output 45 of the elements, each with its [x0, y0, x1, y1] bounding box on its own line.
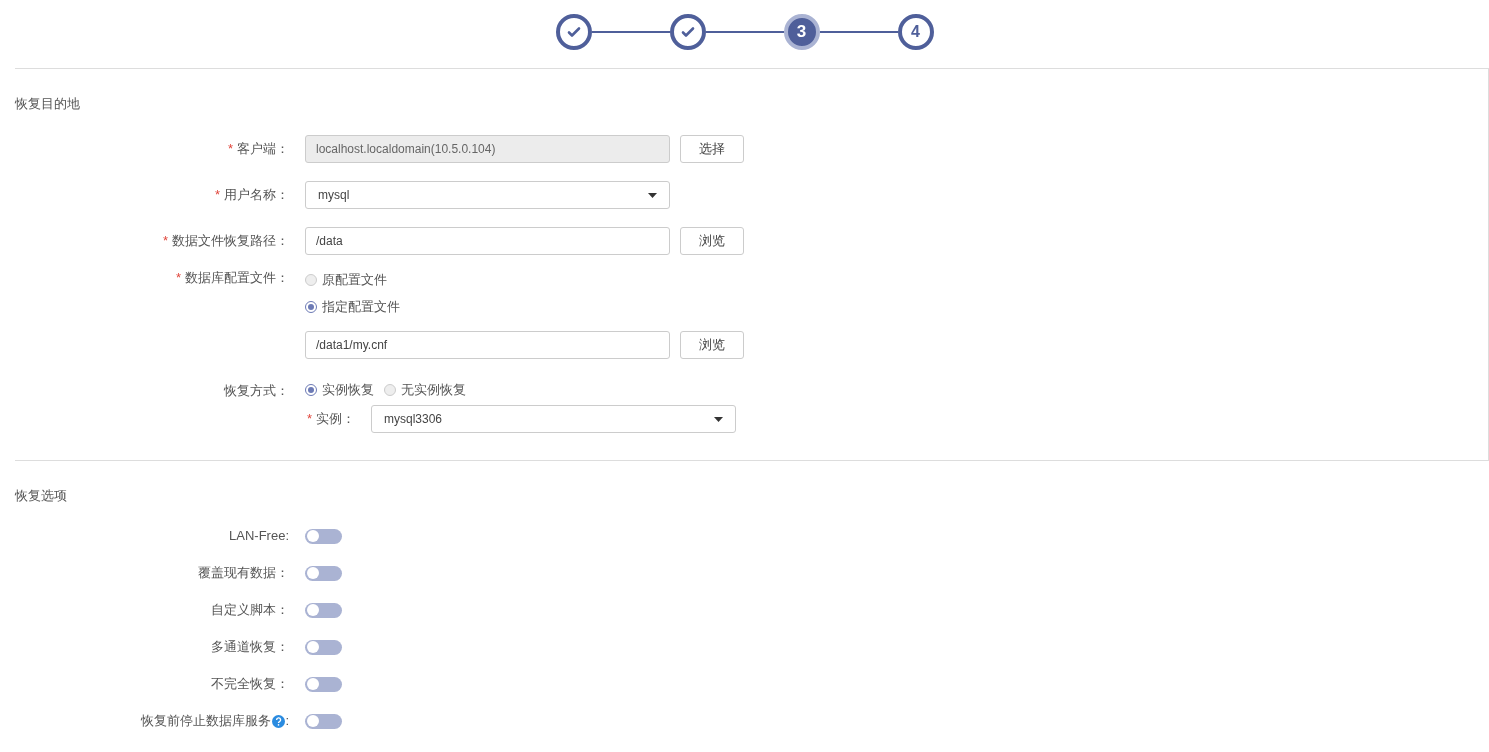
option-label: 覆盖现有数据：	[198, 564, 289, 583]
browse-button[interactable]: 浏览	[680, 227, 744, 255]
radio-option[interactable]: 原配置文件	[305, 271, 400, 290]
option-label: LAN-Free:	[229, 527, 289, 546]
radio-option[interactable]: 指定配置文件	[305, 297, 400, 317]
required-mark: *	[175, 269, 181, 287]
toggle-switch[interactable]	[305, 639, 342, 655]
required-mark: *	[306, 410, 312, 429]
radio-icon[interactable]	[305, 274, 317, 287]
radio-icon[interactable]	[384, 384, 396, 397]
toggle-switch[interactable]	[305, 565, 342, 581]
toggle-switch[interactable]	[305, 602, 342, 618]
option-label: 自定义脚本：	[211, 601, 289, 620]
option-label: 多通道恢复：	[211, 638, 289, 657]
dropdown[interactable]: mysql	[305, 181, 670, 209]
step-current: 3	[783, 13, 820, 50]
dropdown[interactable]: mysql3306	[371, 405, 736, 433]
toggle-switch[interactable]	[305, 528, 342, 544]
input-field[interactable]: /data	[305, 227, 670, 255]
field-label: 数据文件恢复路径：	[172, 232, 289, 251]
required-mark: *	[162, 232, 168, 251]
section-title: 恢复选项	[15, 487, 67, 505]
browse-button[interactable]: 浏览	[680, 330, 744, 359]
radio-icon[interactable]	[305, 384, 317, 397]
field-label: 实例：	[316, 410, 355, 429]
toggle-switch[interactable]	[305, 713, 342, 729]
field-label: 数据库配置文件：	[185, 269, 289, 287]
radio-option[interactable]: 无实例恢复	[384, 380, 466, 400]
option-label: 恢复前停止数据库服务	[141, 712, 272, 731]
field-label: 用户名称：	[224, 186, 289, 205]
label-colon: :	[285, 712, 289, 731]
caret-icon	[714, 416, 723, 422]
field-label: 恢复方式：	[224, 381, 289, 400]
step-pending: 4	[897, 13, 934, 50]
help-icon[interactable]	[272, 714, 286, 728]
radio-icon[interactable]	[305, 301, 317, 314]
caret-icon	[648, 192, 657, 198]
required-mark: *	[227, 140, 233, 159]
radio-option[interactable]: 实例恢复	[305, 380, 374, 400]
required-mark: *	[214, 186, 220, 205]
option-label: 不完全恢复：	[211, 675, 289, 694]
toggle-switch[interactable]	[305, 676, 342, 692]
field-label: 客户端：	[237, 140, 289, 159]
section-title: 恢复目的地	[15, 95, 80, 113]
input-field[interactable]: /data1/my.cnf	[305, 330, 670, 359]
